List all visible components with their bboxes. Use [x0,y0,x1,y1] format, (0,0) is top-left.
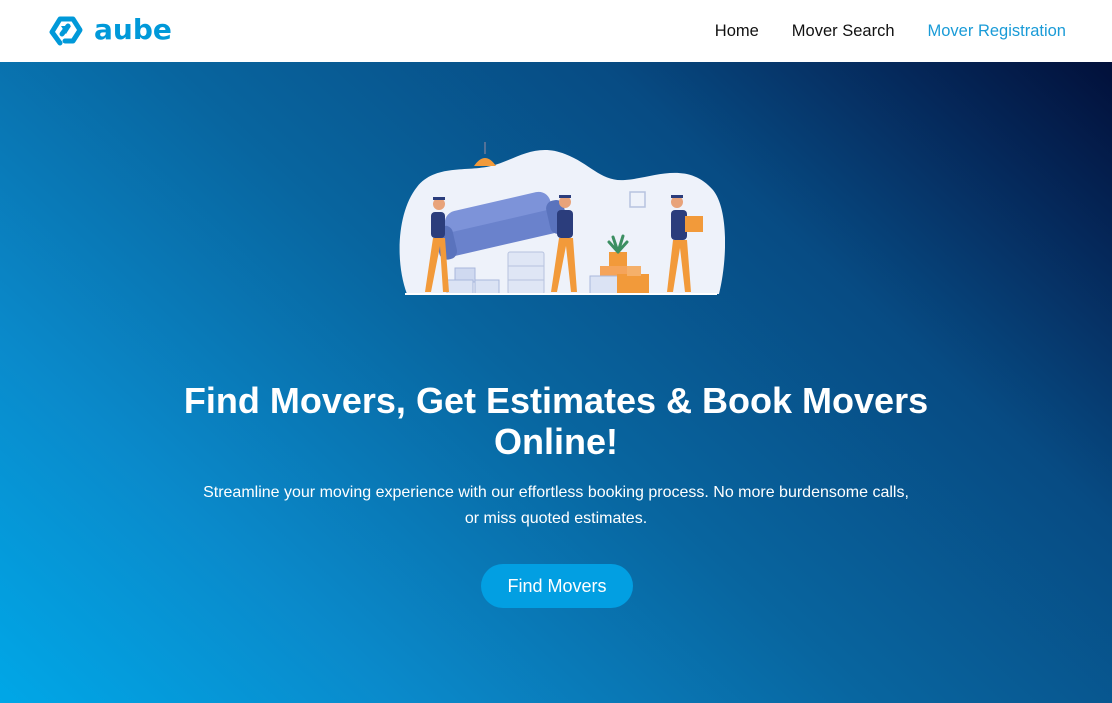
nav-link-home[interactable]: Home [715,22,759,41]
find-movers-button[interactable]: Find Movers [481,564,633,608]
brand-logo[interactable]: aube [46,12,172,48]
nav-link-mover-registration[interactable]: Mover Registration [928,22,1066,41]
hero-title: Find Movers, Get Estimates & Book Movers… [183,380,929,462]
top-navbar: aube Home Mover Search Mover Registratio… [0,0,1112,62]
hero-subtitle: Streamline your moving experience with o… [203,484,909,527]
logo-text: aube [94,13,172,46]
nav-link-mover-search[interactable]: Mover Search [792,22,895,41]
aube-logo-icon [49,16,83,46]
main-nav: Home Mover Search Mover Registration [715,0,1066,62]
movers-illustration [399,142,725,295]
hero-section: Find Movers, Get Estimates & Book Movers… [0,62,1112,703]
